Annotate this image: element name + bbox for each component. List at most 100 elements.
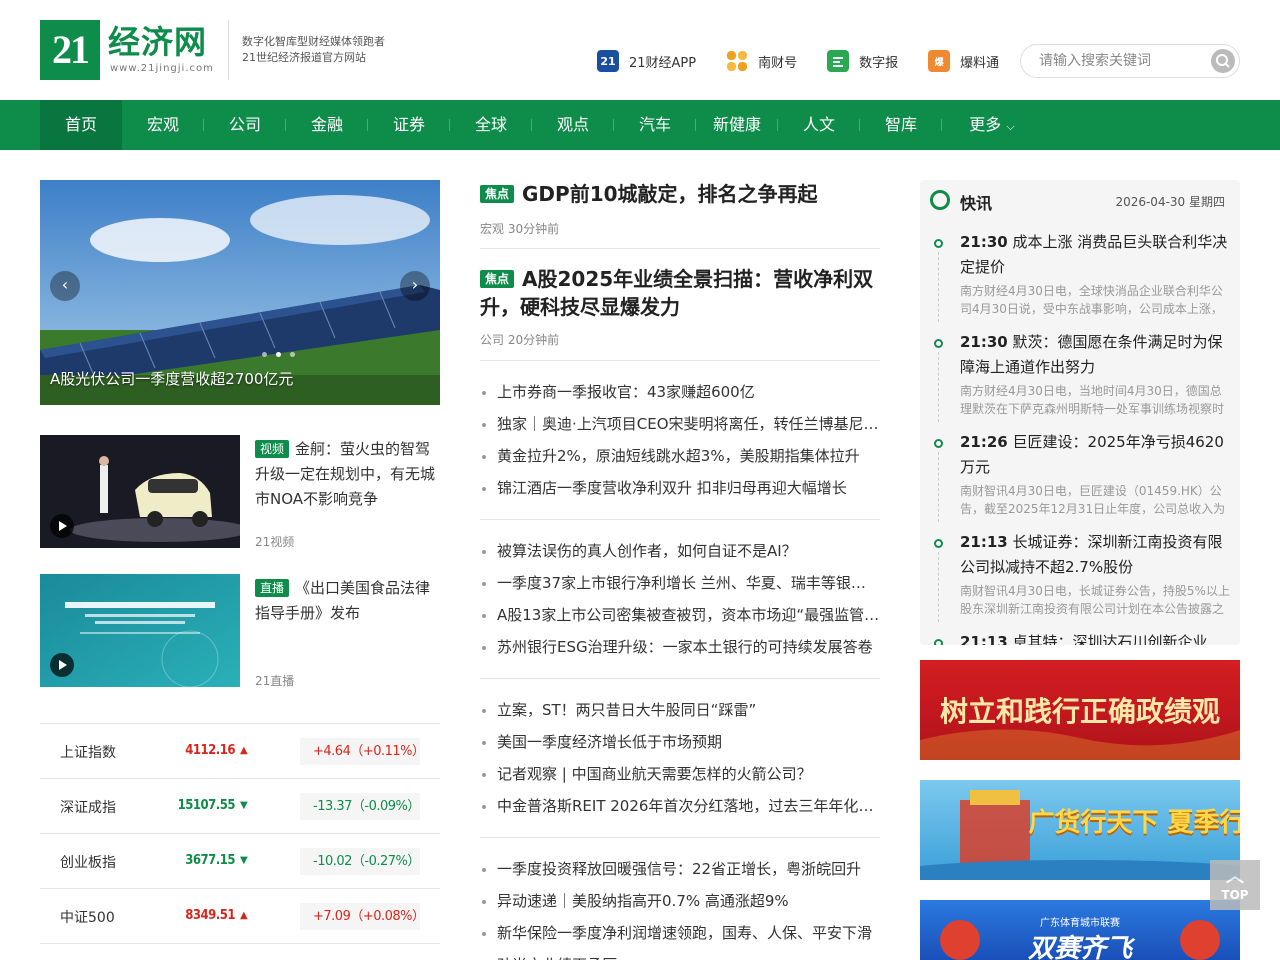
nav-item-securities[interactable]: 证券 <box>368 100 450 150</box>
index-name: 中证500 <box>60 910 115 926</box>
arrow-down-icon: ▼ <box>240 800 248 811</box>
flash-news-panel: 快讯 2026-04-30 星期四 21:30 成本上涨 消费品巨头联合利华决定… <box>920 180 1240 645</box>
flash-time: 21:26 <box>960 433 1008 451</box>
news-item[interactable]: 被算法误伤的真人创作者，如何自证不是AI？ <box>480 535 880 567</box>
news-item[interactable]: 中金普洛斯REIT 2026年首次分红落地，过去三年年化分派率稳定 <box>480 790 880 822</box>
flash-time: 21:13 <box>960 633 1008 645</box>
news-item[interactable]: 孙尚文业绩再承压 <box>480 949 880 960</box>
media-title[interactable]: 视频 金舸：萤火虫的智驾升级一定在规划中，有无城市NOA不影响竞争 <box>255 437 440 512</box>
news-item[interactable]: 锦江酒店一季度营收净利双升 扣非归母再迎大幅增长 <box>480 472 880 504</box>
media-source: 21视频 <box>255 535 295 549</box>
index-change: +4.64（+0.11%） <box>300 738 425 765</box>
site-logo[interactable]: 21 <box>40 20 100 80</box>
search-button[interactable] <box>1211 49 1235 73</box>
live-thumbnail[interactable] <box>40 574 240 687</box>
banner-text: 树立和践行正确政绩观 <box>939 695 1220 728</box>
index-value: 8349.51 <box>185 908 235 923</box>
flash-logo-icon <box>930 190 950 210</box>
chevron-up-icon: ︿ <box>1226 866 1244 887</box>
flash-item[interactable]: 21:30 成本上涨 消费品巨头联合利华决定提价 南方财经4月30日电，全球快消… <box>920 230 1240 322</box>
site-logo-url: www.21jingji.com <box>110 63 214 74</box>
back-to-top-button[interactable]: ︿ TOP <box>1210 860 1260 910</box>
news-item[interactable]: 异动速递｜美股纳指高开0.7% 高通涨超9% <box>480 885 880 917</box>
news-item[interactable]: 一季度投资释放回暖强信号：22省正增长，粤浙皖回升 <box>480 853 880 885</box>
banner-guanghuo[interactable]: 广货行天下 夏季行动 <box>920 780 1240 880</box>
news-item[interactable]: A股13家上市公司密集被查被罚，资本市场迎“最强监管周” <box>480 599 880 631</box>
play-icon[interactable] <box>50 514 74 538</box>
site-logo-name[interactable]: 经济网 <box>108 22 207 62</box>
arrow-up-icon: ▲ <box>240 910 248 921</box>
media-title[interactable]: 直播 《出口美国食品法律指导手册》发布 <box>255 576 440 626</box>
app-link-tipoff[interactable]: 爆 爆料通 <box>928 50 999 72</box>
headline-2[interactable]: 焦点 A股2025年业绩全景扫描：营收净利双升，硬科技尽显爆发力 <box>480 265 880 321</box>
flash-desc: 南财智讯4月30日电，巨匠建设（01459.HK）公告，截至2025年12月31… <box>960 484 1226 516</box>
nav-item-home[interactable]: 首页 <box>40 100 122 150</box>
headline-meta: 公司 20分钟前 <box>480 333 560 347</box>
site-header: 21 经济网 www.21jingji.com 数字化智库型财经媒体领跑者 21… <box>0 0 1280 100</box>
focus-tag: 焦点 <box>480 185 515 203</box>
news-item[interactable]: 美国一季度经济增长低于市场预期 <box>480 726 880 758</box>
nav-item-company[interactable]: 公司 <box>204 100 286 150</box>
timeline-dot-icon <box>934 639 943 645</box>
flash-item[interactable]: 21:13 长城证券：深圳新江南投资有限公司拟减持不超2.7%股份 南财智讯4月… <box>920 530 1240 622</box>
carousel-caption[interactable]: A股光伏公司一季度营收超2700亿元 <box>50 368 293 389</box>
tipoff-icon: 爆 <box>928 50 951 72</box>
digital-paper-icon <box>827 50 850 72</box>
market-index-table: 上证指数 4112.16 ▲ +4.64（+0.11%） 深证成指 15107.… <box>40 723 440 944</box>
index-row[interactable]: 中证500 8349.51 ▲ +7.09（+0.08%） <box>40 889 440 944</box>
banner-political[interactable]: 树立和践行正确政绩观 <box>920 660 1240 760</box>
news-item[interactable]: 一季度37家上市银行净利增长 兰州、华夏、瑞丰等银行业绩承压 <box>480 567 880 599</box>
timeline-line <box>938 452 939 522</box>
flash-item[interactable]: 21:26 巨匠建设：2025年净亏损4620万元 南财智讯4月30日电，巨匠建… <box>920 430 1240 522</box>
search-icon <box>1216 54 1230 68</box>
hero-carousel[interactable]: ‹ › A股光伏公司一季度营收超2700亿元 <box>40 180 440 405</box>
divider <box>480 519 880 520</box>
carousel-prev-button[interactable]: ‹ <box>50 271 80 301</box>
news-item[interactable]: 苏州银行ESG治理升级：一家本土银行的可持续发展答卷 <box>480 631 880 663</box>
carousel-dot[interactable] <box>262 352 267 357</box>
flash-item[interactable]: 21:13 卓其特：深圳达石川创新企业（有限合伙） <box>920 630 1240 645</box>
index-row[interactable]: 上证指数 4112.16 ▲ +4.64（+0.11%） <box>40 724 440 779</box>
news-item[interactable]: 黄金拉升2%，原油短线跳水超3%，美股期指集体拉升 <box>480 440 880 472</box>
nav-item-finance[interactable]: 金融 <box>286 100 368 150</box>
news-item[interactable]: 立案，ST！两只昔日大牛股同日“踩雷” <box>480 694 880 726</box>
nav-item-more[interactable]: 更多 ⌵ <box>942 100 1042 150</box>
nav-item-auto[interactable]: 汽车 <box>614 100 696 150</box>
app-link-digital-paper[interactable]: 数字报 <box>827 50 898 72</box>
media-card-live[interactable]: 直播 《出口美国食品法律指导手册》发布 21直播 <box>40 574 440 689</box>
news-item[interactable]: 新华保险一季度净利润增速领跑，国寿、人保、平安下滑 <box>480 917 880 949</box>
lion-dance-icon <box>1180 920 1220 960</box>
nav-item-opinion[interactable]: 观点 <box>532 100 614 150</box>
news-item[interactable]: 上市券商一季报收官：43家赚超600亿 <box>480 376 880 408</box>
flash-desc: 南方财经4月30日电，全球快消品企业联合利华公司4月30日说，受中东战事影响，公… <box>960 284 1223 316</box>
timeline-line <box>938 552 939 622</box>
search-input[interactable] <box>1039 51 1199 71</box>
flash-item[interactable]: 21:30 默茨：德国愿在条件满足时为保障海上通道作出努力 南方财经4月30日电… <box>920 330 1240 422</box>
carousel-next-button[interactable]: › <box>400 271 430 301</box>
carousel-dot[interactable] <box>290 352 295 357</box>
news-item[interactable]: 独家｜奥迪·上汽项目CEO宋斐明将离任，转任兰博基尼中国区负责人 <box>480 408 880 440</box>
nav-item-health[interactable]: 新健康 <box>696 100 778 150</box>
flash-title[interactable]: 快讯 <box>960 190 992 214</box>
flash-date: 2026-04-30 星期四 <box>1115 195 1225 209</box>
flash-header: 快讯 2026-04-30 星期四 <box>920 180 1240 218</box>
app-link-nancaihao[interactable]: 南财号 <box>726 50 797 72</box>
nav-item-culture[interactable]: 人文 <box>778 100 860 150</box>
banner-sports[interactable]: 广东体育城市联赛 双赛齐飞 <box>920 900 1240 960</box>
flash-time: 21:30 <box>960 233 1008 251</box>
index-row[interactable]: 创业板指 3677.15 ▼ -10.02（-0.27%） <box>40 834 440 889</box>
app-link-21caijing[interactable]: 21 21财经APP <box>597 50 696 72</box>
play-icon[interactable] <box>50 653 74 677</box>
video-thumbnail[interactable] <box>40 435 240 548</box>
nav-item-macro[interactable]: 宏观 <box>122 100 204 150</box>
carousel-dot-active[interactable] <box>276 352 281 357</box>
nav-item-global[interactable]: 全球 <box>450 100 532 150</box>
index-row[interactable]: 深证成指 15107.55 ▼ -13.37（-0.09%） <box>40 779 440 834</box>
timeline-dot-icon <box>934 239 943 248</box>
media-card-video[interactable]: 视频 金舸：萤火虫的智驾升级一定在规划中，有无城市NOA不影响竞争 21视频 <box>40 435 440 550</box>
news-item[interactable]: 记者观察 | 中国商业航天需要怎样的火箭公司？ <box>480 758 880 790</box>
headline-1[interactable]: 焦点 GDP前10城敲定，排名之争再起 <box>480 180 880 208</box>
flash-list: 21:30 成本上涨 消费品巨头联合利华决定提价 南方财经4月30日电，全球快消… <box>920 230 1240 645</box>
timeline-dot-icon <box>934 439 943 448</box>
nav-item-thinktank[interactable]: 智库 <box>860 100 942 150</box>
